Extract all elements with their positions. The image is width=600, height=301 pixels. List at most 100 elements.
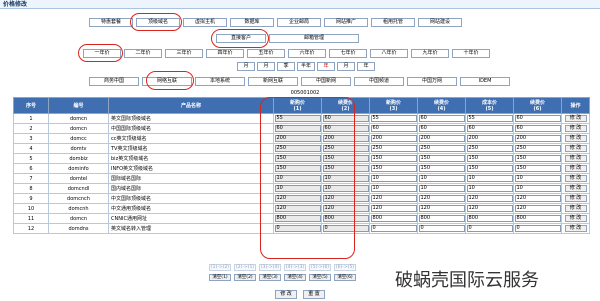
price-input-4[interactable]: 150	[418, 165, 465, 172]
price-input-6[interactable]: 120	[514, 195, 561, 202]
tab-year-6[interactable]: 六年价	[288, 49, 326, 58]
price-input-2[interactable]: 120	[322, 195, 369, 202]
price-input-3[interactable]: 200	[370, 135, 417, 142]
clear-6-button[interactable]: 清空(6)	[334, 274, 356, 281]
copy-1-to-2-button[interactable]: (1)->(2)	[209, 264, 231, 271]
price-input-3[interactable]: 150	[370, 165, 417, 172]
tab-enterprise-mail[interactable]: 企业邮局	[277, 18, 321, 27]
period-month-3[interactable]: 月	[337, 62, 355, 71]
price-input-1[interactable]: 10	[274, 175, 321, 182]
tab-direct-customer[interactable]: 直接客户	[216, 34, 266, 43]
copy-3-to-4-button[interactable]: (3)->(4)	[259, 264, 281, 271]
tab-provider-xinnet[interactable]: 中国新网	[301, 77, 351, 86]
price-input-1[interactable]: 0	[274, 225, 321, 232]
price-input-3[interactable]: 120	[370, 205, 417, 212]
copy-4-to-3-button[interactable]: (4)->(3)	[284, 264, 306, 271]
edit-button[interactable]: 修 改	[564, 165, 587, 172]
clear-1-button[interactable]: 清空(1)	[209, 274, 231, 281]
price-input-4[interactable]: 60	[418, 125, 465, 132]
price-input-5[interactable]: 55	[466, 115, 513, 122]
edit-button[interactable]: 修 改	[564, 135, 587, 142]
tab-year-7[interactable]: 七年价	[329, 49, 367, 58]
price-input-5[interactable]: 10	[466, 185, 513, 192]
price-input-3[interactable]: 0	[370, 225, 417, 232]
price-input-5[interactable]: 120	[466, 195, 513, 202]
price-input-6[interactable]: 800	[514, 215, 561, 222]
price-input-1[interactable]: 60	[274, 125, 321, 132]
price-input-4[interactable]: 150	[418, 155, 465, 162]
price-input-3[interactable]: 10	[370, 185, 417, 192]
tab-provider-netlink[interactable]: 网络互联	[142, 77, 192, 86]
price-input-2[interactable]: 800	[322, 215, 369, 222]
tab-year-10[interactable]: 十年价	[452, 49, 490, 58]
price-input-5[interactable]: 150	[466, 155, 513, 162]
edit-button[interactable]: 修 改	[564, 195, 587, 202]
price-input-5[interactable]: 120	[466, 205, 513, 212]
price-input-6[interactable]: 10	[514, 185, 561, 192]
price-input-1[interactable]: 150	[274, 155, 321, 162]
price-input-2[interactable]: 200	[322, 135, 369, 142]
price-input-5[interactable]: 250	[466, 145, 513, 152]
price-input-2[interactable]: 0	[322, 225, 369, 232]
price-input-1[interactable]: 120	[274, 195, 321, 202]
copy-6-to-5-button[interactable]: (6)->(5)	[334, 264, 356, 271]
period-half-year[interactable]: 半年	[297, 62, 315, 71]
tab-hosting[interactable]: 租用托管	[371, 18, 415, 27]
price-input-6[interactable]: 60	[514, 115, 561, 122]
edit-button[interactable]: 修 改	[564, 205, 587, 212]
tab-website-promo[interactable]: 网站推广	[324, 18, 368, 27]
tab-year-8[interactable]: 八年价	[370, 49, 408, 58]
price-input-1[interactable]: 200	[274, 135, 321, 142]
tab-provider-channel[interactable]: 中国频道	[354, 77, 404, 86]
price-input-6[interactable]: 60	[514, 125, 561, 132]
edit-button[interactable]: 修 改	[564, 115, 587, 122]
tab-year-2[interactable]: 二年价	[124, 49, 162, 58]
price-input-1[interactable]: 10	[274, 185, 321, 192]
price-input-6[interactable]: 120	[514, 205, 561, 212]
price-input-4[interactable]: 800	[418, 215, 465, 222]
price-input-6[interactable]: 150	[514, 165, 561, 172]
price-input-6[interactable]: 250	[514, 145, 561, 152]
price-input-5[interactable]: 150	[466, 165, 513, 172]
copy-5-to-6-button[interactable]: (5)->(6)	[309, 264, 331, 271]
reset-button[interactable]: 重 置	[303, 290, 325, 299]
tab-provider-local[interactable]: 本地系统	[195, 77, 245, 86]
price-input-5[interactable]: 10	[466, 175, 513, 182]
price-input-6[interactable]: 0	[514, 225, 561, 232]
price-input-5[interactable]: 200	[466, 135, 513, 142]
period-year-2[interactable]: 年	[357, 62, 375, 71]
period-month-2[interactable]: 月	[257, 62, 275, 71]
tab-website-build[interactable]: 网站建设	[418, 18, 462, 27]
price-input-2[interactable]: 250	[322, 145, 369, 152]
price-input-3[interactable]: 60	[370, 125, 417, 132]
clear-3-button[interactable]: 清空(3)	[259, 274, 281, 281]
tab-year-5[interactable]: 五年价	[247, 49, 285, 58]
price-input-3[interactable]: 150	[370, 155, 417, 162]
price-input-4[interactable]: 10	[418, 185, 465, 192]
price-input-1[interactable]: 150	[274, 165, 321, 172]
price-input-5[interactable]: 800	[466, 215, 513, 222]
price-input-3[interactable]: 10	[370, 175, 417, 182]
clear-2-button[interactable]: 清空(2)	[234, 274, 256, 281]
edit-button[interactable]: 修 改	[564, 185, 587, 192]
tab-year-3[interactable]: 三年价	[165, 49, 203, 58]
tab-year-9[interactable]: 九年价	[411, 49, 449, 58]
period-month-1[interactable]: 月	[237, 62, 255, 71]
clear-4-button[interactable]: 清空(4)	[284, 274, 306, 281]
submit-button[interactable]: 修 改	[275, 290, 297, 299]
price-input-1[interactable]: 250	[274, 145, 321, 152]
price-input-2[interactable]: 150	[322, 155, 369, 162]
price-input-1[interactable]: 800	[274, 215, 321, 222]
edit-button[interactable]: 修 改	[564, 175, 587, 182]
price-input-4[interactable]: 200	[418, 135, 465, 142]
period-year[interactable]: 年	[317, 62, 335, 71]
price-input-4[interactable]: 120	[418, 205, 465, 212]
price-input-1[interactable]: 120	[274, 205, 321, 212]
price-input-2[interactable]: 60	[322, 125, 369, 132]
price-input-3[interactable]: 120	[370, 195, 417, 202]
price-input-5[interactable]: 0	[466, 225, 513, 232]
price-input-4[interactable]: 0	[418, 225, 465, 232]
tab-virtual-host[interactable]: 虚拟主机	[183, 18, 227, 27]
price-input-2[interactable]: 60	[322, 115, 369, 122]
price-input-6[interactable]: 10	[514, 175, 561, 182]
